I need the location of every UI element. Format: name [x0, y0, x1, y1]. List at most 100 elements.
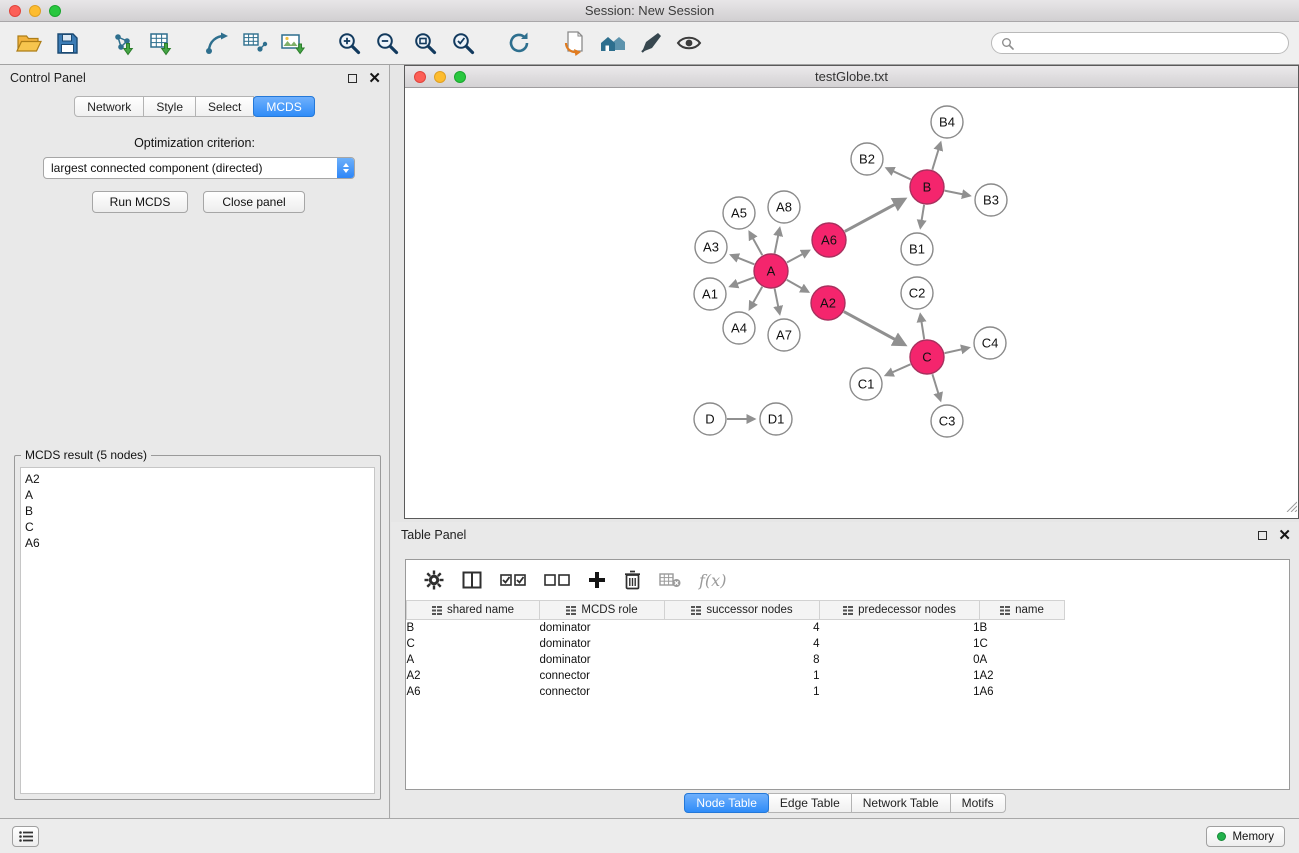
table-cell[interactable]: connector [540, 684, 665, 700]
close-window-button[interactable] [9, 5, 21, 17]
graph-edge-B-B4[interactable] [932, 143, 940, 170]
mcds-result-item[interactable]: A6 [25, 535, 370, 551]
table-cell[interactable]: A2 [407, 668, 540, 684]
graph-node-A[interactable]: A [754, 254, 788, 288]
delete-column-button[interactable] [624, 570, 641, 590]
graph-node-D1[interactable]: D1 [760, 403, 792, 435]
graph-node-C2[interactable]: C2 [901, 277, 933, 309]
mcds-result-list[interactable]: A2ABCA6 [20, 467, 375, 794]
column-header-shared-name[interactable]: shared name [407, 601, 540, 620]
table-cell[interactable]: 1 [820, 620, 980, 636]
export-image-button[interactable] [274, 25, 312, 61]
table-row[interactable]: Adominator80A [407, 652, 1065, 668]
zoom-network-window-button[interactable] [454, 71, 466, 83]
table-cell[interactable]: A6 [980, 684, 1065, 700]
close-panel-icon[interactable]: ✕ [368, 71, 381, 86]
open-session-button[interactable] [10, 25, 48, 61]
graph-edge-C-C3[interactable] [932, 374, 940, 400]
search-input[interactable] [1019, 36, 1279, 50]
table-cell[interactable]: 1 [820, 668, 980, 684]
task-history-button[interactable] [12, 826, 39, 847]
graph-edge-C-C2[interactable] [920, 315, 924, 340]
column-header-MCDS-role[interactable]: MCDS role [540, 601, 665, 620]
table-cell[interactable]: 4 [665, 620, 820, 636]
graph-node-A7[interactable]: A7 [768, 319, 800, 351]
table-row[interactable]: Cdominator41C [407, 636, 1065, 652]
table-cell[interactable]: dominator [540, 636, 665, 652]
graph-node-D[interactable]: D [694, 403, 726, 435]
graph-node-A3[interactable]: A3 [695, 231, 727, 263]
graph-edge-A2-C[interactable] [844, 312, 904, 345]
show-columns-button[interactable] [462, 571, 482, 589]
mcds-result-item[interactable]: A2 [25, 471, 370, 487]
table-cell[interactable]: A [980, 652, 1065, 668]
first-neighbors-button[interactable] [556, 25, 594, 61]
table-cell[interactable]: 1 [665, 684, 820, 700]
show-hide-button[interactable] [670, 25, 708, 61]
deselect-all-button[interactable] [544, 573, 570, 587]
graph-node-C4[interactable]: C4 [974, 327, 1006, 359]
graph-edge-B-B1[interactable] [921, 205, 925, 228]
table-cell[interactable]: dominator [540, 620, 665, 636]
tab-select[interactable]: Select [195, 96, 254, 117]
mcds-result-item[interactable]: B [25, 503, 370, 519]
table-settings-button[interactable] [424, 570, 444, 590]
graph-edge-A-A6[interactable] [787, 251, 809, 263]
close-table-panel-icon[interactable]: ✕ [1278, 528, 1291, 543]
style-brush-button[interactable] [632, 25, 670, 61]
graph-node-A4[interactable]: A4 [723, 312, 755, 344]
graph-node-B1[interactable]: B1 [901, 233, 933, 265]
zoom-window-button[interactable] [49, 5, 61, 17]
close-network-window-button[interactable] [414, 71, 426, 83]
graph-edge-A-A2[interactable] [787, 280, 808, 292]
home-button[interactable] [594, 25, 632, 61]
table-cell[interactable]: 1 [665, 668, 820, 684]
graph-edge-B-B3[interactable] [945, 191, 970, 196]
graph-edge-A-A7[interactable] [775, 289, 780, 314]
graph-edge-C-C4[interactable] [945, 348, 969, 353]
table-cell[interactable]: B [980, 620, 1065, 636]
search-box[interactable] [991, 32, 1289, 54]
table-row[interactable]: A6connector11A6 [407, 684, 1065, 700]
graph-node-A8[interactable]: A8 [768, 191, 800, 223]
graph-node-B2[interactable]: B2 [851, 143, 883, 175]
tab-style[interactable]: Style [143, 96, 196, 117]
graph-node-C1[interactable]: C1 [850, 368, 882, 400]
resize-handle[interactable] [1285, 499, 1297, 517]
tab-motifs[interactable]: Motifs [950, 793, 1006, 813]
column-header-predecessor-nodes[interactable]: predecessor nodes [820, 601, 980, 620]
graph-node-A6[interactable]: A6 [812, 223, 846, 257]
zoom-selected-button[interactable] [444, 25, 482, 61]
close-panel-button[interactable]: Close panel [203, 191, 305, 213]
graph-node-B[interactable]: B [910, 170, 944, 204]
graph-edge-A-A1[interactable] [731, 277, 755, 286]
table-cell[interactable]: B [407, 620, 540, 636]
table-cell[interactable]: A2 [980, 668, 1065, 684]
column-header-name[interactable]: name [980, 601, 1065, 620]
graph-node-B3[interactable]: B3 [975, 184, 1007, 216]
float-panel-icon[interactable] [348, 74, 357, 83]
optimization-criterion-select[interactable]: largest connected component (directed) [43, 157, 355, 179]
table-cell[interactable]: C [407, 636, 540, 652]
network-edit-button[interactable] [198, 25, 236, 61]
table-cell[interactable]: 4 [665, 636, 820, 652]
table-cell[interactable]: C [980, 636, 1065, 652]
graph-edge-B-B2[interactable] [887, 168, 911, 179]
network-canvas[interactable]: B4B2BB3A5A8A6A3B1AA1C2A2A4A7CC4C1C3DD1 [405, 89, 1298, 518]
import-table-button[interactable] [142, 25, 180, 61]
graph-node-C[interactable]: C [910, 340, 944, 374]
run-mcds-button[interactable]: Run MCDS [92, 191, 188, 213]
apply-layout-button[interactable] [500, 25, 538, 61]
graph-edge-A-A3[interactable] [731, 255, 754, 264]
save-session-button[interactable] [48, 25, 86, 61]
graph-edge-C-C1[interactable] [886, 364, 910, 375]
graph-edge-A6-B[interactable] [845, 199, 904, 231]
graph-edge-A-A8[interactable] [775, 229, 780, 254]
memory-button[interactable]: Memory [1206, 826, 1285, 847]
table-row[interactable]: Bdominator41B [407, 620, 1065, 636]
import-network-button[interactable] [104, 25, 142, 61]
mcds-result-item[interactable]: A [25, 487, 370, 503]
delete-table-button[interactable] [659, 572, 681, 588]
graph-edge-A-A5[interactable] [750, 232, 763, 255]
float-table-panel-icon[interactable] [1258, 531, 1267, 540]
